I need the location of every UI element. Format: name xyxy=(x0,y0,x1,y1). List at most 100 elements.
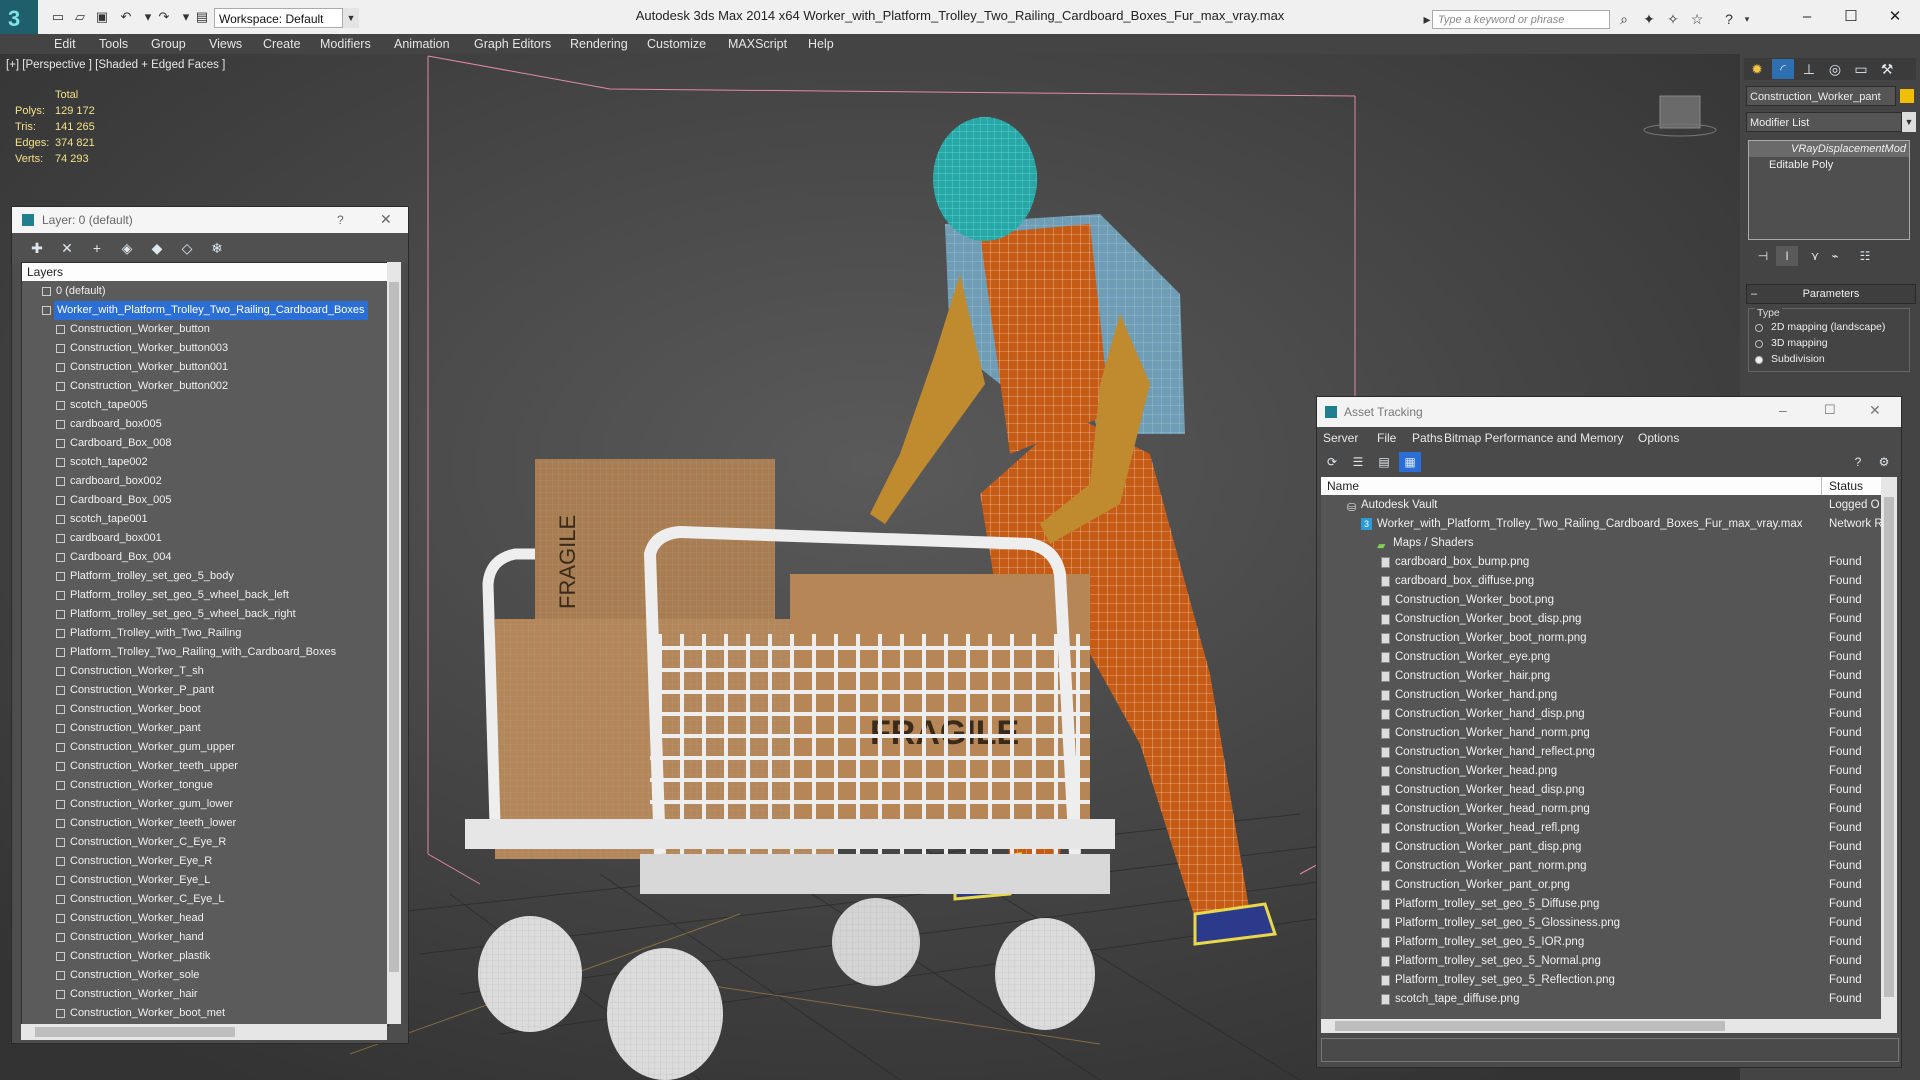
minimize-button[interactable]: – xyxy=(1779,402,1787,418)
menu-create[interactable]: Create xyxy=(263,37,301,51)
menu-edit[interactable]: Edit xyxy=(54,37,76,51)
asset-file-row[interactable]: Construction_Worker_hand_norm.png Found xyxy=(1321,724,1881,743)
layer-object-row[interactable]: Construction_Worker_teeth_upper xyxy=(22,757,388,776)
help-icon[interactable]: ? xyxy=(1720,10,1738,28)
layer-object-row[interactable]: Construction_Worker_plastik xyxy=(22,947,388,966)
modify-tab-icon[interactable]: ◜ xyxy=(1772,59,1794,79)
menu-server[interactable]: Server xyxy=(1323,431,1358,445)
list-view-icon[interactable]: ☰ xyxy=(1347,452,1369,472)
utilities-tab-icon[interactable]: ⚒ xyxy=(1876,59,1898,79)
layer-object-row[interactable]: Cardboard_Box_004 xyxy=(22,548,388,567)
asset-row-maps-group[interactable]: ▰ Maps / Shaders xyxy=(1321,534,1881,553)
asset-file-row[interactable]: Construction_Worker_head.png Found xyxy=(1321,762,1881,781)
close-button[interactable]: ✕ xyxy=(1869,402,1881,419)
menu-group[interactable]: Group xyxy=(151,37,186,51)
asset-tracking-titlebar[interactable]: Asset Tracking – ☐ ✕ xyxy=(1317,397,1901,427)
menu-animation[interactable]: Animation xyxy=(394,37,450,51)
layer-object-row[interactable]: Construction_Worker_hand xyxy=(22,928,388,947)
minimize-button[interactable]: – xyxy=(1792,5,1822,29)
layer-panel-titlebar[interactable]: Layer: 0 (default) ? ✕ xyxy=(12,207,408,233)
asset-file-row[interactable]: Construction_Worker_hand_disp.png Found xyxy=(1321,705,1881,724)
asset-file-row[interactable]: Construction_Worker_head_refl.png Found xyxy=(1321,819,1881,838)
layer-object-row[interactable]: Construction_Worker_Eye_R xyxy=(22,852,388,871)
configure-sets-icon[interactable]: ☷ xyxy=(1854,246,1876,266)
asset-vertical-scrollbar[interactable] xyxy=(1881,477,1897,1033)
menu-tools[interactable]: Tools xyxy=(99,37,128,51)
radio-2d-mapping[interactable]: 2D mapping (landscape) xyxy=(1755,321,1915,337)
maximize-button[interactable]: ☐ xyxy=(1836,5,1866,29)
layer-object-row[interactable]: Construction_Worker_tongue xyxy=(22,776,388,795)
freeze-all-layers-icon[interactable]: ❄ xyxy=(206,238,228,258)
communication-center-icon[interactable]: ✧ xyxy=(1664,10,1682,28)
asset-file-row[interactable]: Platform_trolley_set_geo_5_IOR.png Found xyxy=(1321,933,1881,952)
open-file-icon[interactable]: ▱ xyxy=(72,9,88,25)
highlight-layer-icon[interactable]: ◆ xyxy=(146,238,168,258)
favorites-star-icon[interactable]: ☆ xyxy=(1688,10,1706,28)
layer-object-row[interactable]: Construction_Worker_head xyxy=(22,909,388,928)
layer-object-row[interactable]: Construction_Worker_button003 xyxy=(22,339,388,358)
display-tab-icon[interactable]: ▭ xyxy=(1850,59,1872,79)
help-dropdown-icon[interactable]: ▾ xyxy=(1738,10,1756,28)
layer-object-row[interactable]: Construction_Worker_hair xyxy=(22,985,388,1004)
layer-object-row[interactable]: Cardboard_Box_005 xyxy=(22,491,388,510)
asset-file-row[interactable]: Platform_trolley_set_geo_5_Normal.png Fou… xyxy=(1321,952,1881,971)
object-name-field[interactable]: Construction_Worker_pant xyxy=(1746,86,1896,106)
asset-file-row[interactable]: Construction_Worker_boot.png Found xyxy=(1321,591,1881,610)
layer-object-row[interactable]: Construction_Worker_C_Eye_L xyxy=(22,890,388,909)
asset-file-row[interactable]: Construction_Worker_pant_or.png Found xyxy=(1321,876,1881,895)
add-to-layer-icon[interactable]: + xyxy=(86,238,108,258)
layer-object-row[interactable]: Construction_Worker_button002 xyxy=(22,377,388,396)
workspace-select[interactable]: Workspace: Default xyxy=(214,8,358,28)
binoculars-icon[interactable]: ⌕ xyxy=(1615,10,1633,28)
asset-file-row[interactable]: Platform_trolley_set_geo_5_Glossiness.pn… xyxy=(1321,914,1881,933)
scrollbar-thumb[interactable] xyxy=(1884,497,1894,997)
menu-paths[interactable]: Paths xyxy=(1412,431,1443,445)
undo-dropdown-icon[interactable]: ▾ xyxy=(140,9,156,25)
asset-file-row[interactable]: Construction_Worker_boot_disp.png Found xyxy=(1321,610,1881,629)
make-unique-icon[interactable]: ⋎ xyxy=(1804,246,1826,266)
layer-object-row[interactable]: Platform_trolley_set_geo_5_body xyxy=(22,567,388,586)
redo-dropdown-icon[interactable]: ▾ xyxy=(178,9,194,25)
layer-object-row[interactable]: Cardboard_Box_008 xyxy=(22,434,388,453)
asset-file-row[interactable]: Platform_trolley_set_geo_5_Diffuse.png Fo… xyxy=(1321,895,1881,914)
layer-object-row[interactable]: Construction_Worker_sole xyxy=(22,966,388,985)
refresh-icon[interactable]: ⟳ xyxy=(1321,452,1343,472)
layer-object-row[interactable]: Construction_Worker_C_Eye_R xyxy=(22,833,388,852)
delete-layer-icon[interactable]: ✕ xyxy=(56,238,78,258)
layer-object-row[interactable]: Construction_Worker_teeth_lower xyxy=(22,814,388,833)
menu-views[interactable]: Views xyxy=(209,37,242,51)
asset-file-row[interactable]: Construction_Worker_pant_norm.png Found xyxy=(1321,857,1881,876)
column-header-status[interactable]: Status xyxy=(1829,477,1863,495)
asset-file-row[interactable]: Construction_Worker_hand_reflect.png Foun… xyxy=(1321,743,1881,762)
layer-object-row[interactable]: cardboard_box002 xyxy=(22,472,388,491)
layers-column-header[interactable]: Layers xyxy=(22,263,388,281)
pin-stack-icon[interactable]: ⊣ xyxy=(1752,246,1774,266)
parameters-rollout[interactable]: – Parameters xyxy=(1746,284,1916,304)
settings-icon[interactable]: ⚙ xyxy=(1873,452,1895,472)
layer-object-row[interactable]: Construction_Worker_T_sh xyxy=(22,662,388,681)
layer-object-row[interactable]: cardboard_box005 xyxy=(22,415,388,434)
menu-rendering[interactable]: Rendering xyxy=(570,37,628,51)
project-folder-icon[interactable]: ▤ xyxy=(194,9,210,25)
column-divider[interactable] xyxy=(1821,477,1822,495)
chevron-down-icon[interactable]: ▼ xyxy=(1902,112,1916,132)
asset-file-row[interactable]: Construction_Worker_boot_norm.png Found xyxy=(1321,629,1881,648)
scrollbar-thumb[interactable] xyxy=(1335,1021,1725,1031)
asset-row-scene-file[interactable]: 3 Worker_with_Platform_Trolley_Two_Raili… xyxy=(1321,515,1881,534)
layer-object-row[interactable]: Construction_Worker_button xyxy=(22,320,388,339)
layer-object-row[interactable]: Platform_Trolley_with_Two_Railing xyxy=(22,624,388,643)
asset-file-row[interactable]: Construction_Worker_pant_disp.png Found xyxy=(1321,838,1881,857)
layer-object-row[interactable]: cardboard_box001 xyxy=(22,529,388,548)
create-layer-icon[interactable]: ✚ xyxy=(26,238,48,258)
create-tab-icon[interactable]: ✹ xyxy=(1746,59,1768,79)
help-icon[interactable]: ? xyxy=(1847,452,1869,472)
layer-object-row[interactable]: Construction_Worker_gum_lower xyxy=(22,795,388,814)
asset-file-row[interactable]: Construction_Worker_eye.png Found xyxy=(1321,648,1881,667)
layer-object-row[interactable]: Construction_Worker_gum_upper xyxy=(22,738,388,757)
show-end-result-icon[interactable]: I xyxy=(1776,246,1798,266)
menu-maxscript[interactable]: MAXScript xyxy=(728,37,787,51)
layer-object-row[interactable]: Construction_Worker_P_pant xyxy=(22,681,388,700)
modifier-stack-item-editable-poly[interactable]: Editable Poly xyxy=(1749,157,1909,173)
scrollbar-thumb[interactable] xyxy=(389,282,399,972)
maximize-button[interactable]: ☐ xyxy=(1824,402,1836,418)
